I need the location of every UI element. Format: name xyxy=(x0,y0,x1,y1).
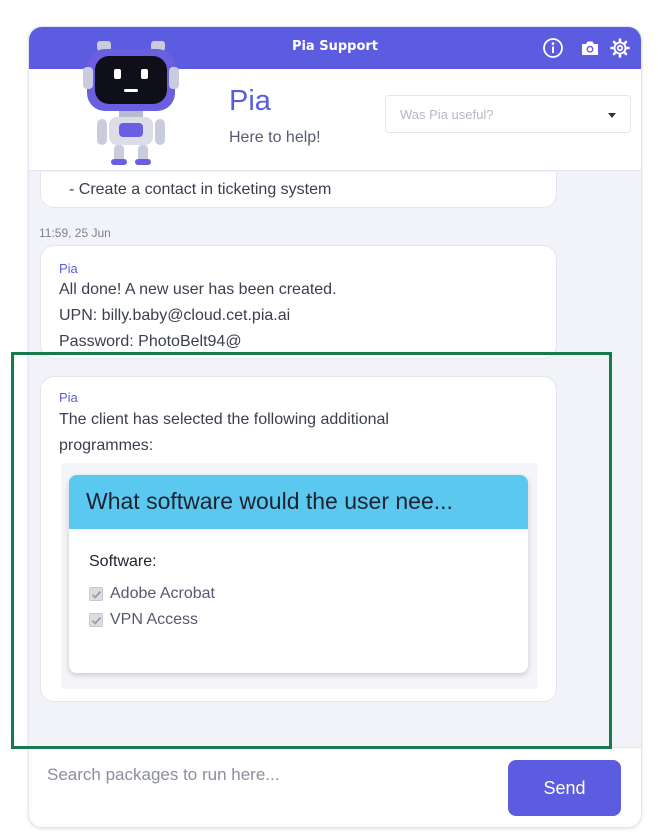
form-header: What software would the user nee... xyxy=(69,475,528,529)
message-sender: Pia xyxy=(59,261,78,276)
page: Pia Support Pia Here to help! Was Pia us… xyxy=(0,0,658,839)
robot-avatar-icon xyxy=(83,41,179,165)
chat-messages[interactable]: - Create a contact in ticketing system 1… xyxy=(29,172,641,747)
bot-name: Pia xyxy=(229,85,271,117)
composer: Send xyxy=(29,747,641,827)
message-line: UPN: billy.baby@cloud.cet.pia.ai xyxy=(59,307,291,324)
send-button[interactable]: Send xyxy=(508,760,621,816)
camera-icon[interactable] xyxy=(579,37,601,59)
message-line: The client has selected the following ad… xyxy=(59,411,389,428)
chat-window: Pia Support Pia Here to help! Was Pia us… xyxy=(28,26,642,828)
message-line: Password: PhotoBelt94@ xyxy=(59,333,242,350)
caret-down-icon xyxy=(608,113,616,118)
software-form-card: What software would the user nee... Soft… xyxy=(69,475,528,673)
option-label: Adobe Acrobat xyxy=(110,585,215,602)
form-title: What software would the user nee... xyxy=(86,488,453,514)
feedback-select[interactable]: Was Pia useful? xyxy=(385,95,631,133)
chat-header: Pia Here to help! Was Pia useful? xyxy=(29,41,641,171)
check-icon xyxy=(91,616,102,625)
bot-tagline: Here to help! xyxy=(229,129,321,146)
search-packages-input[interactable] xyxy=(47,760,497,790)
message-timestamp: 11:59, 25 Jun xyxy=(39,226,111,240)
check-icon xyxy=(91,590,102,599)
gear-icon[interactable] xyxy=(609,37,631,59)
software-field-label: Software: xyxy=(89,553,157,570)
message-bubble: Pia The client has selected the followin… xyxy=(40,376,557,702)
message-line: programmes: xyxy=(59,437,154,454)
message-sender: Pia xyxy=(59,390,78,405)
feedback-select-value: Was Pia useful? xyxy=(400,107,494,122)
message-line: - Create a contact in ticketing system xyxy=(69,181,332,198)
checkbox-vpn-access xyxy=(89,613,103,627)
info-icon[interactable] xyxy=(542,37,564,59)
option-label: VPN Access xyxy=(110,611,199,628)
message-line: All done! A new user has been created. xyxy=(59,281,337,298)
form-card-container: What software would the user nee... Soft… xyxy=(61,463,537,689)
message-bubble: - Create a contact in ticketing system xyxy=(40,172,557,208)
checkbox-adobe-acrobat xyxy=(89,587,103,601)
message-bubble: Pia All done! A new user has been create… xyxy=(40,245,557,359)
